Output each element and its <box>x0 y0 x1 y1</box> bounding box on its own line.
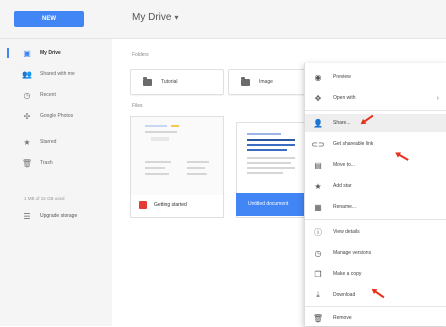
menu-item-remove[interactable]: 🗑 Remove <box>305 309 446 327</box>
menu-divider <box>305 306 446 307</box>
link-icon: ⊂⊃ <box>311 139 325 149</box>
rename-icon: ▦ <box>314 202 322 212</box>
menu-divider <box>305 219 446 220</box>
folder-name: Tutorial <box>161 79 178 85</box>
files-heading: Files <box>132 103 143 109</box>
menu-item-label: Add star <box>333 183 352 189</box>
menu-item-preview[interactable]: ◉ Preview <box>305 68 446 86</box>
sidebar-item-starred[interactable]: ★ Starred <box>0 134 112 150</box>
photos-icon: ✣ <box>23 111 31 121</box>
menu-item-open-with[interactable]: ✥ Open with › <box>305 89 446 107</box>
file-thumbnail <box>237 123 305 194</box>
storage-icon: ☰ <box>23 211 31 221</box>
copy-icon: ❐ <box>314 269 322 279</box>
new-button[interactable]: NEW <box>14 11 84 27</box>
trash-icon: 🗑 <box>312 313 324 323</box>
sidebar-item-label: Trash <box>40 160 53 166</box>
drive-icon: ▣ <box>23 48 31 58</box>
menu-item-label: Rename... <box>333 204 357 210</box>
download-icon: ⤓ <box>316 290 320 299</box>
menu-item-label: Remove <box>333 315 352 321</box>
history-icon: ◷ <box>314 248 322 258</box>
my-drive-dropdown[interactable]: My Drive ▾ <box>132 12 178 23</box>
sidebar-item-shared-with-me[interactable]: 👥 Shared with me <box>0 66 112 82</box>
menu-item-view-details[interactable]: ⓘ View details <box>305 223 446 241</box>
trash-icon: 🗑 <box>21 158 33 168</box>
file-card-getting-started[interactable]: Getting started <box>130 116 224 218</box>
folder-icon <box>241 76 250 86</box>
menu-item-label: Manage versions <box>333 250 372 256</box>
menu-item-get-shareable-link[interactable]: ⊂⊃ Get shareable link <box>305 135 446 153</box>
folder-tutorial[interactable]: Tutorial <box>130 69 224 95</box>
sidebar-item-google-photos[interactable]: ✣ Google Photos <box>0 108 112 124</box>
folders-heading: Folders <box>132 52 149 58</box>
file-name: Getting started <box>154 202 187 208</box>
menu-item-add-star[interactable]: ★ Add star <box>305 177 446 195</box>
eye-icon: ◉ <box>314 72 322 82</box>
menu-item-label: Share... <box>333 120 351 126</box>
sidebar-item-label: Recent <box>40 92 56 98</box>
menu-item-label: Open with <box>333 95 356 101</box>
menu-item-move-to[interactable]: ▤ Move to... <box>305 156 446 174</box>
drive-title: My Drive <box>132 12 172 23</box>
sidebar-item-trash[interactable]: 🗑 Trash <box>0 155 112 171</box>
sidebar-item-label: My Drive <box>40 50 61 56</box>
menu-item-share[interactable]: 👤 Share... <box>305 114 446 132</box>
pdf-file-icon <box>139 201 147 209</box>
menu-item-make-a-copy[interactable]: ❐ Make a copy <box>305 265 446 283</box>
move-folder-icon: ▤ <box>314 160 322 170</box>
info-icon: ⓘ <box>314 227 322 237</box>
open-with-icon: ✥ <box>314 93 322 103</box>
sidebar-item-label: Google Photos <box>40 113 74 119</box>
menu-item-label: Preview <box>333 74 351 80</box>
menu-item-label: View details <box>333 229 360 235</box>
people-icon: 👥 <box>22 69 32 79</box>
upgrade-storage-label: Upgrade storage <box>40 213 78 219</box>
file-thumbnail <box>131 117 223 195</box>
sidebar-item-label: Shared with me <box>40 71 75 77</box>
folder-icon <box>143 76 152 86</box>
menu-item-label: Make a copy <box>333 271 362 277</box>
chevron-down-icon: ▾ <box>174 13 179 22</box>
add-person-icon: 👤 <box>313 118 323 128</box>
file-footer: Getting started <box>139 201 187 209</box>
star-icon: ★ <box>23 137 31 147</box>
menu-item-label: Get shareable link <box>333 141 374 147</box>
sidebar-item-label: Starred <box>40 139 57 145</box>
chevron-right-icon: › <box>436 94 439 102</box>
sidebar-item-my-drive[interactable]: ▣ My Drive <box>0 45 112 61</box>
menu-item-label: Download <box>333 292 356 298</box>
storage-usage: 1 MB of 15 GB used <box>24 196 65 201</box>
menu-item-rename[interactable]: ▦ Rename... <box>305 198 446 216</box>
star-icon: ★ <box>314 181 322 191</box>
sidebar-item-recent[interactable]: ◷ Recent <box>0 87 112 103</box>
folder-name: Image <box>259 79 273 85</box>
sidebar: ▣ My Drive 👥 Shared with me ◷ Recent ✣ G… <box>0 39 112 326</box>
menu-item-manage-versions[interactable]: ◷ Manage versions <box>305 244 446 262</box>
active-indicator <box>7 48 9 58</box>
upgrade-storage-link[interactable]: ☰ Upgrade storage <box>0 208 112 224</box>
folder-image[interactable]: Image <box>228 69 312 95</box>
menu-item-label: Move to... <box>333 162 355 168</box>
selected-file-name[interactable]: Untitled document <box>236 193 304 216</box>
clock-icon: ◷ <box>23 90 31 100</box>
menu-divider <box>305 110 446 111</box>
